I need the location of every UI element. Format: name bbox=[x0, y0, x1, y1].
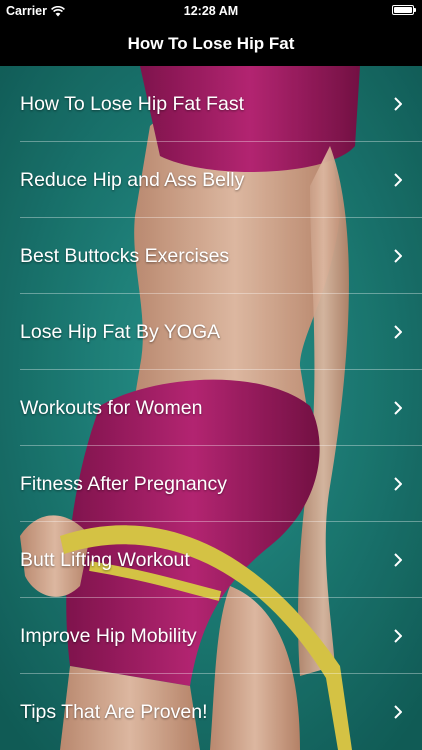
menu-item-tips-that-are-proven[interactable]: Tips That Are Proven! bbox=[0, 674, 422, 750]
menu-item-improve-hip-mobility[interactable]: Improve Hip Mobility bbox=[0, 598, 422, 674]
menu-item-fitness-after-pregnancy[interactable]: Fitness After Pregnancy bbox=[0, 446, 422, 522]
menu-item-label: Best Buttocks Exercises bbox=[20, 244, 230, 267]
chevron-right-icon bbox=[394, 553, 402, 567]
menu-item-label: Fitness After Pregnancy bbox=[20, 472, 228, 495]
page-title: How To Lose Hip Fat bbox=[127, 34, 295, 53]
chevron-right-icon bbox=[394, 401, 402, 415]
menu-item-label: Reduce Hip and Ass Belly bbox=[20, 168, 245, 191]
navigation-bar: How To Lose Hip Fat bbox=[0, 22, 422, 66]
menu-item-label: Butt Lifting Workout bbox=[20, 548, 190, 571]
chevron-right-icon bbox=[394, 249, 402, 263]
chevron-right-icon bbox=[394, 97, 402, 111]
menu-item-best-buttocks-exercises[interactable]: Best Buttocks Exercises bbox=[0, 218, 422, 294]
menu-item-label: Improve Hip Mobility bbox=[20, 624, 197, 647]
content-area[interactable]: How To Lose Hip Fat Fast Reduce Hip and … bbox=[0, 66, 422, 750]
menu-list: How To Lose Hip Fat Fast Reduce Hip and … bbox=[0, 66, 422, 750]
chevron-right-icon bbox=[394, 173, 402, 187]
battery-icon bbox=[392, 5, 416, 15]
menu-item-butt-lifting-workout[interactable]: Butt Lifting Workout bbox=[0, 522, 422, 598]
status-bar: Carrier 12:28 AM bbox=[0, 0, 422, 22]
menu-item-label: Lose Hip Fat By YOGA bbox=[20, 320, 221, 343]
menu-item-how-to-lose-hip-fat-fast[interactable]: How To Lose Hip Fat Fast bbox=[0, 66, 422, 142]
menu-item-workouts-for-women[interactable]: Workouts for Women bbox=[0, 370, 422, 446]
status-time: 12:28 AM bbox=[183, 4, 239, 18]
chevron-right-icon bbox=[394, 629, 402, 643]
chevron-right-icon bbox=[394, 477, 402, 491]
chevron-right-icon bbox=[394, 705, 402, 719]
menu-item-label: Workouts for Women bbox=[20, 396, 203, 419]
menu-item-reduce-hip-and-ass-belly[interactable]: Reduce Hip and Ass Belly bbox=[0, 142, 422, 218]
menu-item-label: Tips That Are Proven! bbox=[20, 700, 208, 723]
chevron-right-icon bbox=[394, 325, 402, 339]
menu-item-label: How To Lose Hip Fat Fast bbox=[20, 92, 244, 115]
menu-item-lose-hip-fat-by-yoga[interactable]: Lose Hip Fat By YOGA bbox=[0, 294, 422, 370]
